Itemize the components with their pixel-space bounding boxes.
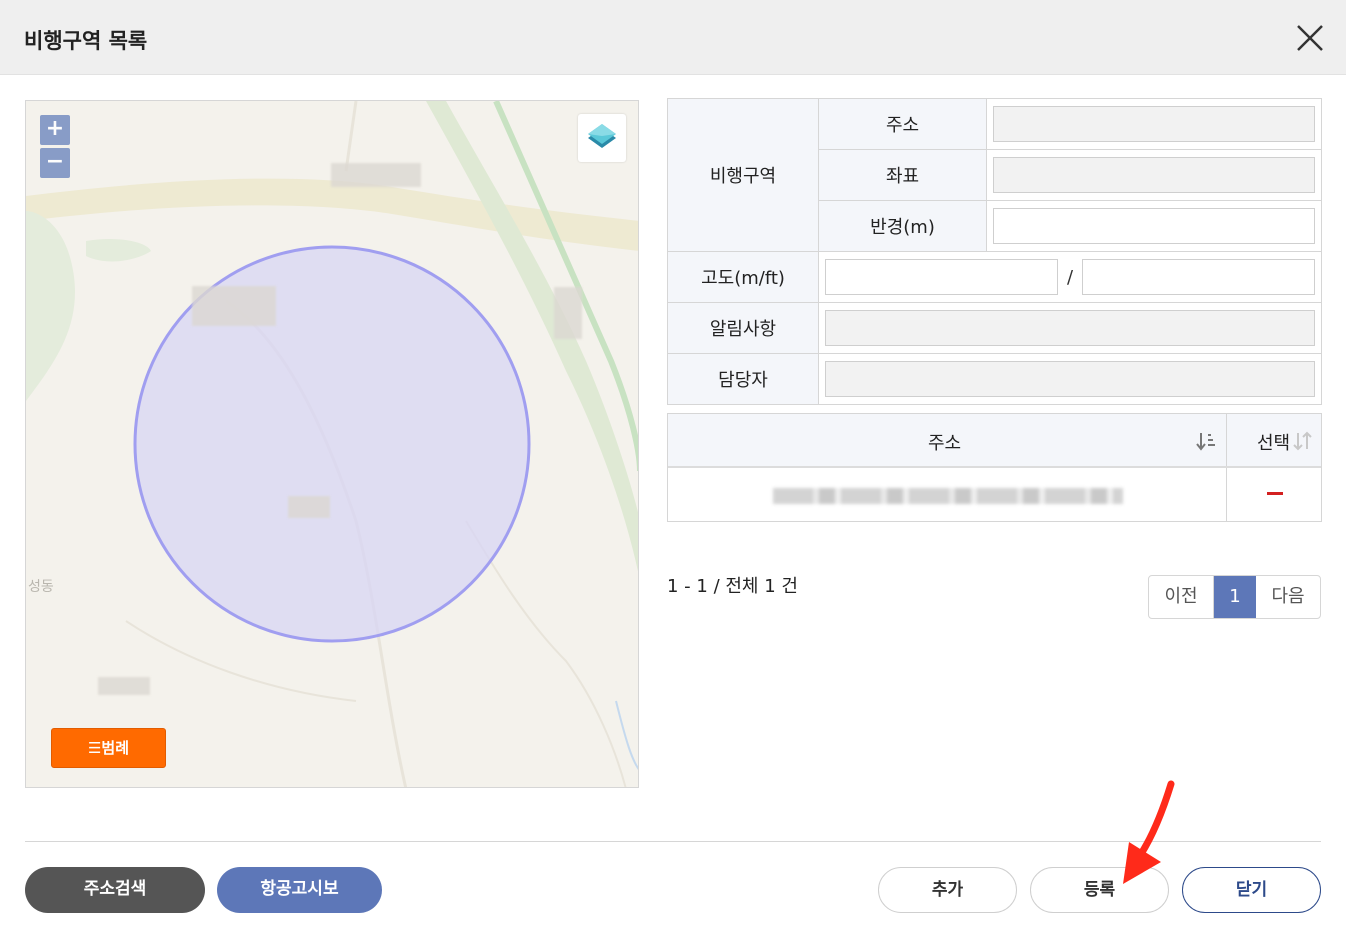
map-place-label: 성동 bbox=[28, 578, 54, 594]
radius-input[interactable] bbox=[993, 208, 1315, 244]
add-button[interactable]: 추가 bbox=[878, 867, 1017, 913]
coord-label: 좌표 bbox=[818, 149, 987, 201]
footer-divider bbox=[25, 841, 1321, 842]
altitude-ft-input[interactable] bbox=[1082, 259, 1315, 295]
zone-label: 비행구역 bbox=[667, 98, 819, 252]
notice-field[interactable] bbox=[825, 310, 1315, 346]
altitude-separator: / bbox=[1066, 266, 1074, 288]
list-header: 주소 선택 bbox=[668, 414, 1321, 468]
manager-field[interactable] bbox=[825, 361, 1315, 397]
row-address bbox=[773, 488, 1123, 504]
blurred-map-label bbox=[554, 287, 582, 339]
blurred-map-label bbox=[192, 286, 276, 326]
notam-button[interactable]: 항공고시보 bbox=[217, 867, 382, 913]
pagination: 이전 1 다음 bbox=[1148, 575, 1321, 619]
sort-desc-icon[interactable] bbox=[1196, 431, 1216, 451]
result-summary: 1 - 1 / 전체 1 건 bbox=[667, 576, 798, 597]
blurred-map-label bbox=[331, 163, 421, 187]
register-button[interactable]: 등록 bbox=[1030, 867, 1169, 913]
dialog-title: 비행구역 목록 bbox=[24, 29, 148, 53]
dialog-header: 비행구역 목록 bbox=[0, 0, 1346, 75]
address-label: 주소 bbox=[818, 98, 987, 150]
layers-icon bbox=[588, 124, 616, 148]
coord-field[interactable] bbox=[993, 157, 1315, 193]
page-1-button[interactable]: 1 bbox=[1214, 576, 1256, 618]
map-view[interactable]: 성동 + − ☰범례 bbox=[25, 100, 639, 788]
remove-row-button[interactable] bbox=[1267, 492, 1283, 495]
manager-label: 담당자 bbox=[667, 353, 819, 405]
zoom-in-button[interactable]: + bbox=[40, 115, 70, 145]
altitude-label: 고도(m/ft) bbox=[667, 251, 819, 303]
address-field[interactable] bbox=[993, 106, 1315, 142]
col-select-header[interactable]: 선택 bbox=[1257, 429, 1290, 455]
radius-label: 반경(m) bbox=[818, 200, 987, 252]
close-icon[interactable] bbox=[1294, 22, 1326, 54]
table-row[interactable] bbox=[668, 468, 1321, 521]
prev-page-button[interactable]: 이전 bbox=[1149, 576, 1214, 618]
col-address-header[interactable]: 주소 bbox=[928, 429, 961, 455]
address-search-button[interactable]: 주소검색 bbox=[25, 867, 205, 913]
next-page-button[interactable]: 다음 bbox=[1256, 576, 1320, 618]
zoom-out-button[interactable]: − bbox=[40, 148, 70, 178]
zone-list: 주소 선택 bbox=[667, 413, 1322, 522]
blurred-map-label bbox=[98, 677, 150, 695]
layers-button[interactable] bbox=[578, 114, 626, 162]
zoom-controls: + − bbox=[40, 115, 72, 181]
altitude-m-input[interactable] bbox=[825, 259, 1058, 295]
zone-form: 비행구역 주소 좌표 반경(m) 고도(m/ft) / 알림사항 담당자 bbox=[667, 98, 1322, 405]
notice-label: 알림사항 bbox=[667, 302, 819, 354]
close-button[interactable]: 닫기 bbox=[1182, 867, 1321, 913]
blurred-map-label bbox=[288, 496, 330, 518]
legend-button[interactable]: ☰범례 bbox=[51, 728, 166, 768]
sort-icon[interactable] bbox=[1293, 431, 1313, 451]
